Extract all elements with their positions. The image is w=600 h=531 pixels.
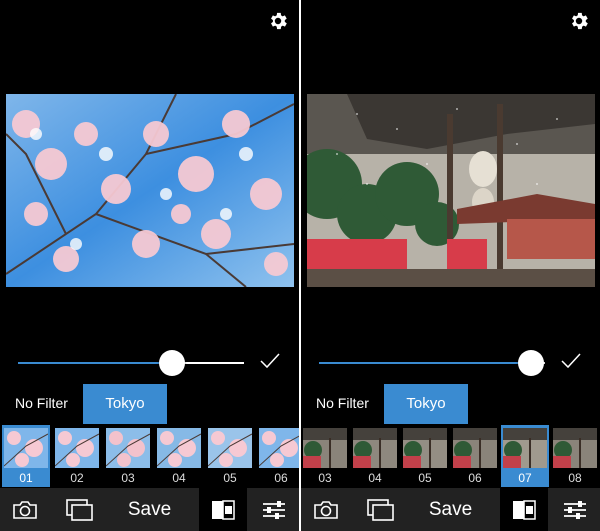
gallery-icon	[66, 498, 93, 521]
camera-button[interactable]	[0, 488, 50, 531]
filter-thumbnail[interactable]: 03	[104, 425, 152, 487]
camera-icon	[314, 500, 338, 519]
thumbnail-image	[503, 428, 547, 468]
thumbnail-image	[303, 428, 347, 468]
thumbnail-number: 06	[468, 471, 482, 485]
thumbnail-number: 08	[568, 471, 582, 485]
slider-fill	[18, 362, 172, 364]
thumbnail-number: 03	[121, 471, 135, 485]
intensity-slider[interactable]	[319, 350, 545, 376]
no-filter-button[interactable]: No Filter	[15, 395, 68, 411]
bottom-toolbar: Save	[0, 488, 299, 531]
thumbnail-number: 06	[274, 471, 288, 485]
filter-compare-button[interactable]	[500, 488, 548, 531]
filter-compare-icon	[212, 499, 235, 520]
filter-thumbnail[interactable]: 01	[2, 425, 50, 487]
save-button[interactable]: Save	[413, 488, 488, 531]
filter-thumbnail[interactable]: 05	[401, 425, 449, 487]
filter-compare-button[interactable]	[199, 488, 247, 531]
tokyo-filter-button[interactable]: Tokyo	[384, 384, 468, 424]
thumbnail-image	[4, 428, 48, 468]
filter-thumbnail[interactable]: 04	[351, 425, 399, 487]
thumbnail-image	[157, 428, 201, 468]
check-icon[interactable]	[560, 352, 582, 370]
thumbnail-number: 05	[418, 471, 432, 485]
save-button[interactable]: Save	[112, 488, 187, 531]
slider-fill	[319, 362, 532, 364]
thumbnail-image	[55, 428, 99, 468]
right-panel: No Filter Tokyo 03 04 05 06 07 08 Save	[301, 0, 600, 531]
gear-icon[interactable]	[267, 10, 289, 32]
camera-icon	[13, 500, 37, 519]
thumbnail-number: 07	[518, 471, 532, 485]
thumbnail-image	[453, 428, 497, 468]
slider-knob[interactable]	[158, 350, 185, 376]
thumbnail-number: 04	[368, 471, 382, 485]
filter-category-row: No Filter Tokyo	[301, 384, 600, 424]
filter-thumbnail[interactable]: 07	[501, 425, 549, 487]
filter-category-row: No Filter Tokyo	[0, 384, 299, 424]
gallery-button[interactable]	[356, 488, 406, 531]
bottom-toolbar: Save	[301, 488, 600, 531]
thumbnail-number: 01	[19, 471, 33, 485]
thumbnail-number: 02	[70, 471, 84, 485]
gear-icon[interactable]	[568, 10, 590, 32]
tokyo-filter-button[interactable]: Tokyo	[83, 384, 167, 424]
preview-photo-cherry-blossom	[6, 94, 294, 287]
thumbnail-number: 04	[172, 471, 186, 485]
thumbnail-number: 05	[223, 471, 237, 485]
filter-thumbnail[interactable]: 04	[155, 425, 203, 487]
thumbnail-number: 03	[318, 471, 332, 485]
preview-photo-shrine	[307, 94, 595, 287]
filter-thumbnails: 01 02 03 04 05 06	[0, 425, 299, 487]
thumbnail-image	[106, 428, 150, 468]
adjust-sliders-icon	[263, 500, 285, 519]
adjust-button[interactable]	[249, 488, 299, 531]
filter-thumbnail[interactable]: 03	[301, 425, 349, 487]
left-panel: No Filter Tokyo 01 02 03 04 05 06 Save	[0, 0, 299, 531]
filter-thumbnail[interactable]: 05	[206, 425, 254, 487]
filter-compare-icon	[513, 499, 536, 520]
intensity-slider[interactable]	[18, 350, 244, 376]
filter-thumbnail[interactable]: 02	[53, 425, 101, 487]
slider-knob[interactable]	[518, 350, 545, 376]
filter-thumbnail[interactable]: 08	[551, 425, 599, 487]
thumbnail-image	[208, 428, 252, 468]
gallery-icon	[367, 498, 394, 521]
thumbnail-image	[553, 428, 597, 468]
check-icon[interactable]	[259, 352, 281, 370]
filter-thumbnails: 03 04 05 06 07 08	[301, 425, 600, 487]
adjust-sliders-icon	[564, 500, 586, 519]
thumbnail-image	[353, 428, 397, 468]
thumbnail-image	[403, 428, 447, 468]
thumbnail-image	[259, 428, 299, 468]
no-filter-button[interactable]: No Filter	[316, 395, 369, 411]
gallery-button[interactable]	[55, 488, 105, 531]
camera-button[interactable]	[301, 488, 351, 531]
filter-thumbnail[interactable]: 06	[257, 425, 299, 487]
filter-thumbnail[interactable]: 06	[451, 425, 499, 487]
adjust-button[interactable]	[550, 488, 600, 531]
